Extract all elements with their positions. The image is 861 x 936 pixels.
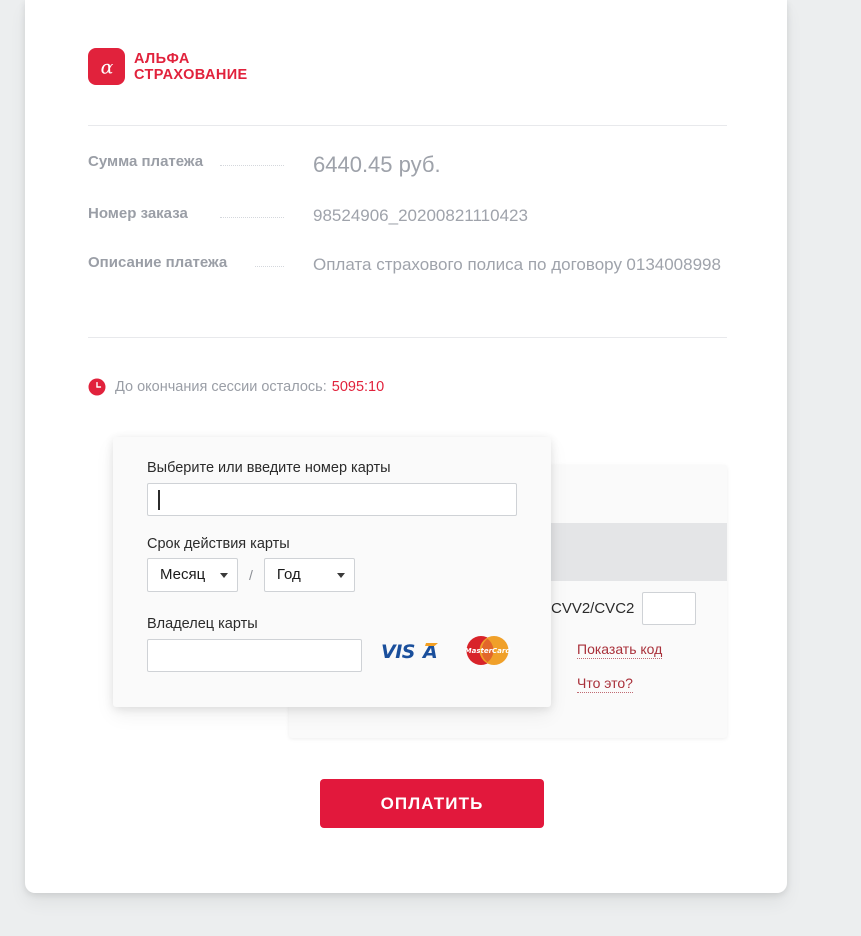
expiry-separator: / bbox=[249, 567, 253, 583]
detail-row-description: Описание платежа Оплата страхового полис… bbox=[88, 253, 733, 276]
detail-value-description-line2: 0134008998 bbox=[626, 255, 721, 274]
detail-value-wrap-description: Оплата страхового полиса по договору 013… bbox=[313, 253, 733, 276]
expiry-month-value: Месяц bbox=[160, 566, 206, 583]
brand-logo: α АЛЬФА СТРАХОВАНИЕ bbox=[88, 48, 248, 85]
card-number-input[interactable] bbox=[147, 483, 517, 516]
card-holder-label: Владелец карты bbox=[147, 616, 258, 632]
expiry-label: Срок действия карты bbox=[147, 536, 290, 552]
card-holder-input[interactable] bbox=[147, 639, 362, 672]
session-timer: До окончания сессии осталось: 5095:10 bbox=[88, 378, 384, 396]
alfa-alpha-logo-icon: α bbox=[88, 48, 125, 85]
detail-row-order-number: Номер заказа 98524906_20200821110423 bbox=[88, 204, 733, 227]
expiry-selects: Месяц / Год bbox=[147, 558, 355, 592]
svg-text:VIS: VIS bbox=[381, 641, 415, 663]
expiry-year-value: Год bbox=[276, 566, 301, 583]
divider-top bbox=[88, 125, 727, 126]
divider-bottom bbox=[88, 337, 727, 338]
payment-details: Сумма платежа 6440.45 руб. Номер заказа … bbox=[88, 152, 733, 276]
detail-value-wrap-order-number: 98524906_20200821110423 bbox=[313, 204, 733, 227]
what-is-this-link[interactable]: Что это? bbox=[577, 675, 633, 693]
session-timer-value: 5095:10 bbox=[331, 379, 385, 395]
chevron-down-icon bbox=[336, 572, 345, 578]
detail-label-description: Описание платежа bbox=[88, 254, 228, 271]
detail-value-amount: 6440.45 руб. bbox=[313, 152, 441, 177]
brand-name-line1: АЛЬФА bbox=[134, 50, 190, 67]
pay-button[interactable]: ОПЛАТИТЬ bbox=[320, 779, 544, 828]
payment-card-container: α АЛЬФА СТРАХОВАНИЕ Сумма платежа 6440.4… bbox=[25, 0, 787, 893]
visa-logo-icon: VIS A bbox=[381, 639, 447, 663]
detail-label-amount: Сумма платежа bbox=[88, 153, 204, 170]
payment-page: α АЛЬФА СТРАХОВАНИЕ Сумма платежа 6440.4… bbox=[0, 0, 861, 936]
leader-line bbox=[220, 165, 284, 166]
svg-text:MasterCard: MasterCard bbox=[465, 647, 512, 655]
cvv-input[interactable] bbox=[642, 592, 697, 625]
show-code-link[interactable]: Показать код bbox=[577, 641, 663, 659]
detail-value-wrap-amount: 6440.45 руб. bbox=[313, 152, 733, 178]
cvv-field-row: CVV2/CVC2 bbox=[551, 592, 697, 625]
detail-row-amount: Сумма платежа 6440.45 руб. bbox=[88, 152, 733, 178]
brand-name: АЛЬФА СТРАХОВАНИЕ bbox=[134, 51, 248, 83]
detail-value-description: Оплата страхового полиса по договору bbox=[313, 255, 622, 274]
card-number-label: Выберите или введите номер карты bbox=[147, 460, 391, 476]
mastercard-logo-icon: MasterCard bbox=[463, 635, 512, 666]
expiry-month-select[interactable]: Месяц bbox=[147, 558, 238, 592]
leader-line bbox=[220, 217, 284, 218]
expiry-year-select[interactable]: Год bbox=[263, 558, 355, 592]
card-form-overlay: Выберите или введите номер карты Срок де… bbox=[113, 437, 551, 707]
svg-text:α: α bbox=[100, 56, 113, 78]
session-timer-text: До окончания сессии осталось: bbox=[115, 379, 327, 395]
detail-label-order-number: Номер заказа bbox=[88, 205, 188, 222]
brand-name-line2: СТРАХОВАНИЕ bbox=[134, 66, 248, 83]
cvv-label: CVV2/CVC2 bbox=[551, 599, 635, 617]
chevron-down-icon bbox=[220, 572, 228, 578]
text-caret bbox=[158, 490, 160, 510]
clock-icon bbox=[88, 378, 106, 396]
leader-line bbox=[255, 266, 284, 267]
detail-value-order-number: 98524906_20200821110423 bbox=[313, 206, 528, 225]
accepted-card-brands: VIS A MasterCard bbox=[381, 635, 512, 666]
cvv-links: Показать код Что это? bbox=[577, 641, 663, 693]
